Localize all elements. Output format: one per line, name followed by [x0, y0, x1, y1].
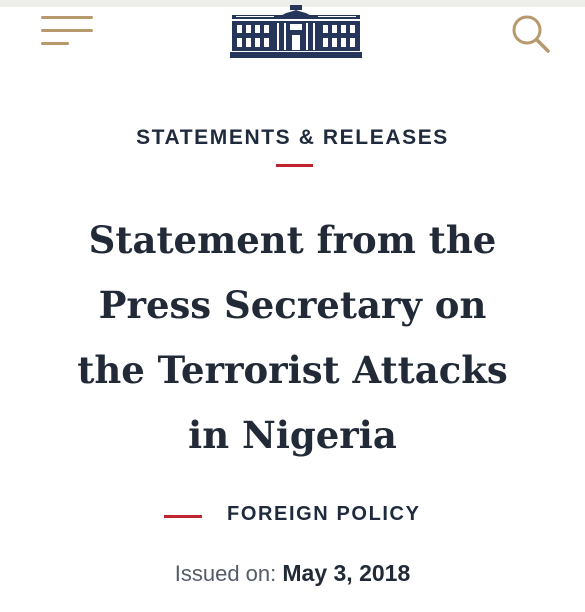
- search-button[interactable]: [508, 10, 554, 56]
- category-link[interactable]: FOREIGN POLICY: [227, 503, 421, 526]
- category-row: FOREIGN POLICY: [0, 502, 585, 528]
- section-label[interactable]: STATEMENTS & RELEASES: [0, 126, 585, 150]
- page-title: Statement from the Press Secretary on th…: [0, 208, 585, 468]
- category-dash: [164, 515, 202, 518]
- title-line: the Terrorist Attacks: [77, 348, 508, 392]
- issued-date-row: Issued on: May 3, 2018: [0, 560, 585, 587]
- issued-label: Issued on:: [174, 561, 283, 586]
- search-icon: [512, 15, 550, 53]
- section-divider: [276, 164, 313, 167]
- title-line: in Nigeria: [188, 413, 397, 457]
- menu-button[interactable]: [38, 12, 96, 52]
- title-line: Statement from the: [88, 218, 497, 262]
- issued-date: May 3, 2018: [282, 560, 411, 586]
- title-line: Press Secretary on: [98, 283, 487, 327]
- white-house-logo-icon[interactable]: [230, 5, 362, 61]
